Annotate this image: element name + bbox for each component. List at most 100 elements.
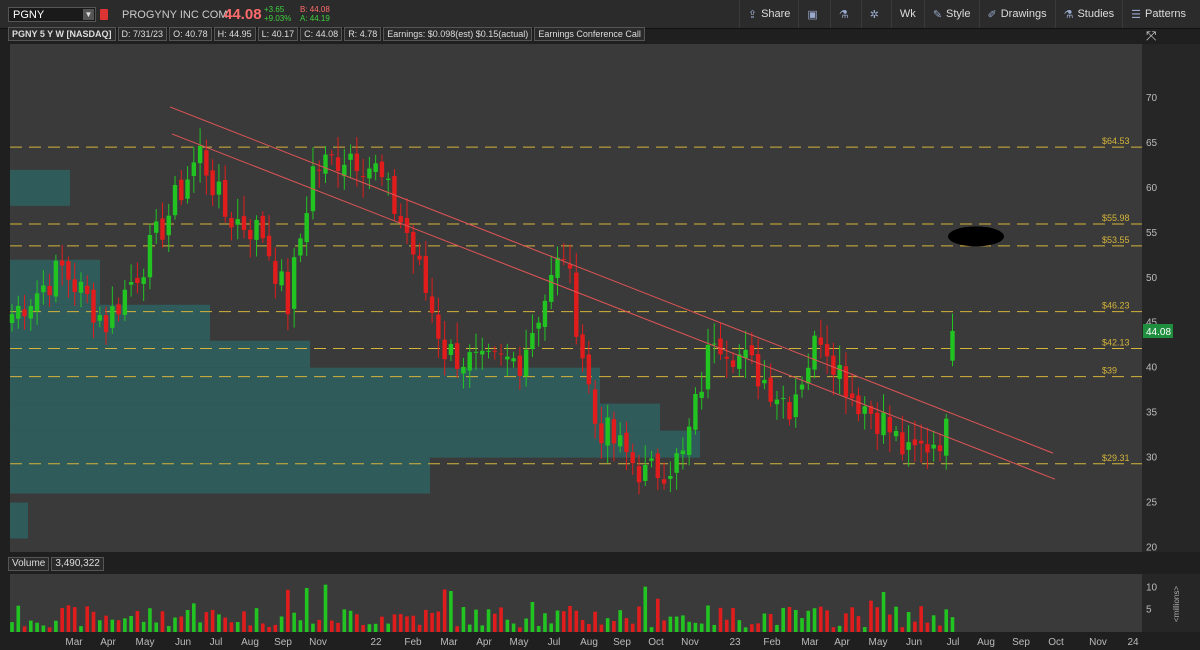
volume-bar: [436, 611, 441, 632]
candle-body: [806, 367, 811, 384]
volume-bar: [267, 627, 271, 632]
volume-bar: [950, 617, 955, 632]
volume-bar: [787, 606, 792, 632]
candle-body: [793, 394, 798, 418]
time-axis-tick: Sep: [613, 637, 631, 648]
candle-body: [599, 423, 604, 444]
volume-value: 3,490,322: [51, 557, 104, 571]
time-axis-tick: Mar: [440, 637, 458, 648]
candle-body: [674, 453, 679, 473]
candle-body: [298, 238, 303, 256]
volume-profile-bar: [10, 367, 600, 404]
volume-bar: [844, 613, 848, 632]
candle-body: [906, 442, 911, 450]
volume-bar: [455, 626, 459, 632]
price-axis-tick: 35: [1146, 408, 1158, 419]
candle-body: [724, 356, 729, 359]
volume-bar: [204, 612, 209, 632]
candle-body: [718, 338, 723, 355]
volume-bar: [750, 624, 754, 632]
candle-body: [643, 465, 648, 481]
price-level-label: $55.98: [1102, 213, 1130, 223]
volume-bar: [699, 623, 704, 632]
candle-body: [680, 450, 686, 455]
volume-bar: [825, 610, 829, 632]
volume-bar: [486, 609, 491, 632]
volume-bar: [919, 606, 923, 632]
volume-bar: [624, 618, 629, 632]
candle-body: [812, 335, 817, 370]
candle-body: [617, 435, 623, 447]
candle-body: [110, 306, 115, 328]
volume-bar: [298, 620, 303, 632]
volume-bar: [424, 609, 428, 632]
time-axis-tick: Feb: [404, 637, 422, 648]
volume-bar: [781, 607, 786, 632]
price-level-label: $64.53: [1102, 136, 1130, 146]
volume-bar: [461, 607, 466, 632]
candle-body: [128, 282, 134, 285]
candle-body: [379, 161, 385, 178]
candle-body: [762, 379, 767, 384]
time-axis-tick: Apr: [834, 637, 850, 648]
volume-bar: [79, 626, 83, 632]
volume-bar: [348, 610, 353, 632]
candle-body: [856, 395, 861, 415]
volume-axis-tick: 10: [1146, 582, 1158, 593]
candle-body: [66, 261, 71, 280]
volume-bar: [775, 624, 779, 632]
volume-bar: [618, 610, 622, 632]
volume-bar: [593, 611, 597, 632]
volume-bar: [123, 618, 127, 632]
volume-bar: [22, 626, 27, 632]
time-axis-tick: 24: [1127, 637, 1139, 648]
time-axis-tick: Oct: [1048, 637, 1064, 648]
volume-bar: [66, 605, 71, 632]
current-price-label: 44.08: [1146, 327, 1171, 338]
volume-bar: [29, 620, 33, 632]
candle-body: [875, 412, 880, 434]
volume-bar: [386, 623, 390, 632]
time-axis-tick: Aug: [580, 637, 598, 648]
volume-bar: [518, 627, 522, 632]
volume-bar: [129, 616, 133, 632]
volume-bar: [743, 627, 748, 632]
candle-body: [442, 339, 447, 360]
candle-body: [912, 439, 918, 446]
candle-body: [605, 417, 610, 446]
candle-body: [661, 479, 667, 484]
candle-body: [931, 444, 936, 449]
candle-body: [655, 453, 661, 479]
volume-bar: [712, 624, 717, 632]
candle-body: [530, 332, 535, 350]
candle-body: [511, 358, 516, 362]
time-axis-tick: Oct: [648, 637, 664, 648]
time-axis-tick: Jun: [906, 637, 922, 648]
candle-body: [586, 354, 592, 385]
candle-body: [354, 153, 360, 172]
candle-body: [536, 322, 541, 329]
candle-body: [523, 349, 529, 377]
candle-body: [893, 431, 899, 437]
candle-body: [166, 215, 171, 236]
time-axis-tick: Apr: [100, 637, 116, 648]
volume-bar: [342, 609, 347, 632]
candle-body: [241, 216, 247, 230]
volume-bar: [210, 609, 215, 632]
volume-bar: [116, 620, 121, 632]
price-chart[interactable]: $64.53 $55.98 $53.55 $46.23 $42.13 $39 $29.31 2…: [0, 0, 1200, 650]
volume-label: Volume: [8, 557, 50, 571]
candle-body: [881, 412, 886, 436]
volume-bar: [41, 625, 46, 632]
candle-body: [436, 314, 441, 339]
volume-bar: [869, 600, 873, 632]
volume-bar: [166, 626, 171, 632]
volume-bar: [135, 611, 140, 632]
volume-bar: [756, 623, 760, 632]
volume-bar: [474, 609, 478, 632]
candle-body: [668, 476, 673, 479]
time-axis-tick: Apr: [476, 637, 492, 648]
volume-bar: [800, 618, 804, 632]
volume-bar: [668, 616, 673, 632]
volume-bar: [242, 611, 246, 632]
